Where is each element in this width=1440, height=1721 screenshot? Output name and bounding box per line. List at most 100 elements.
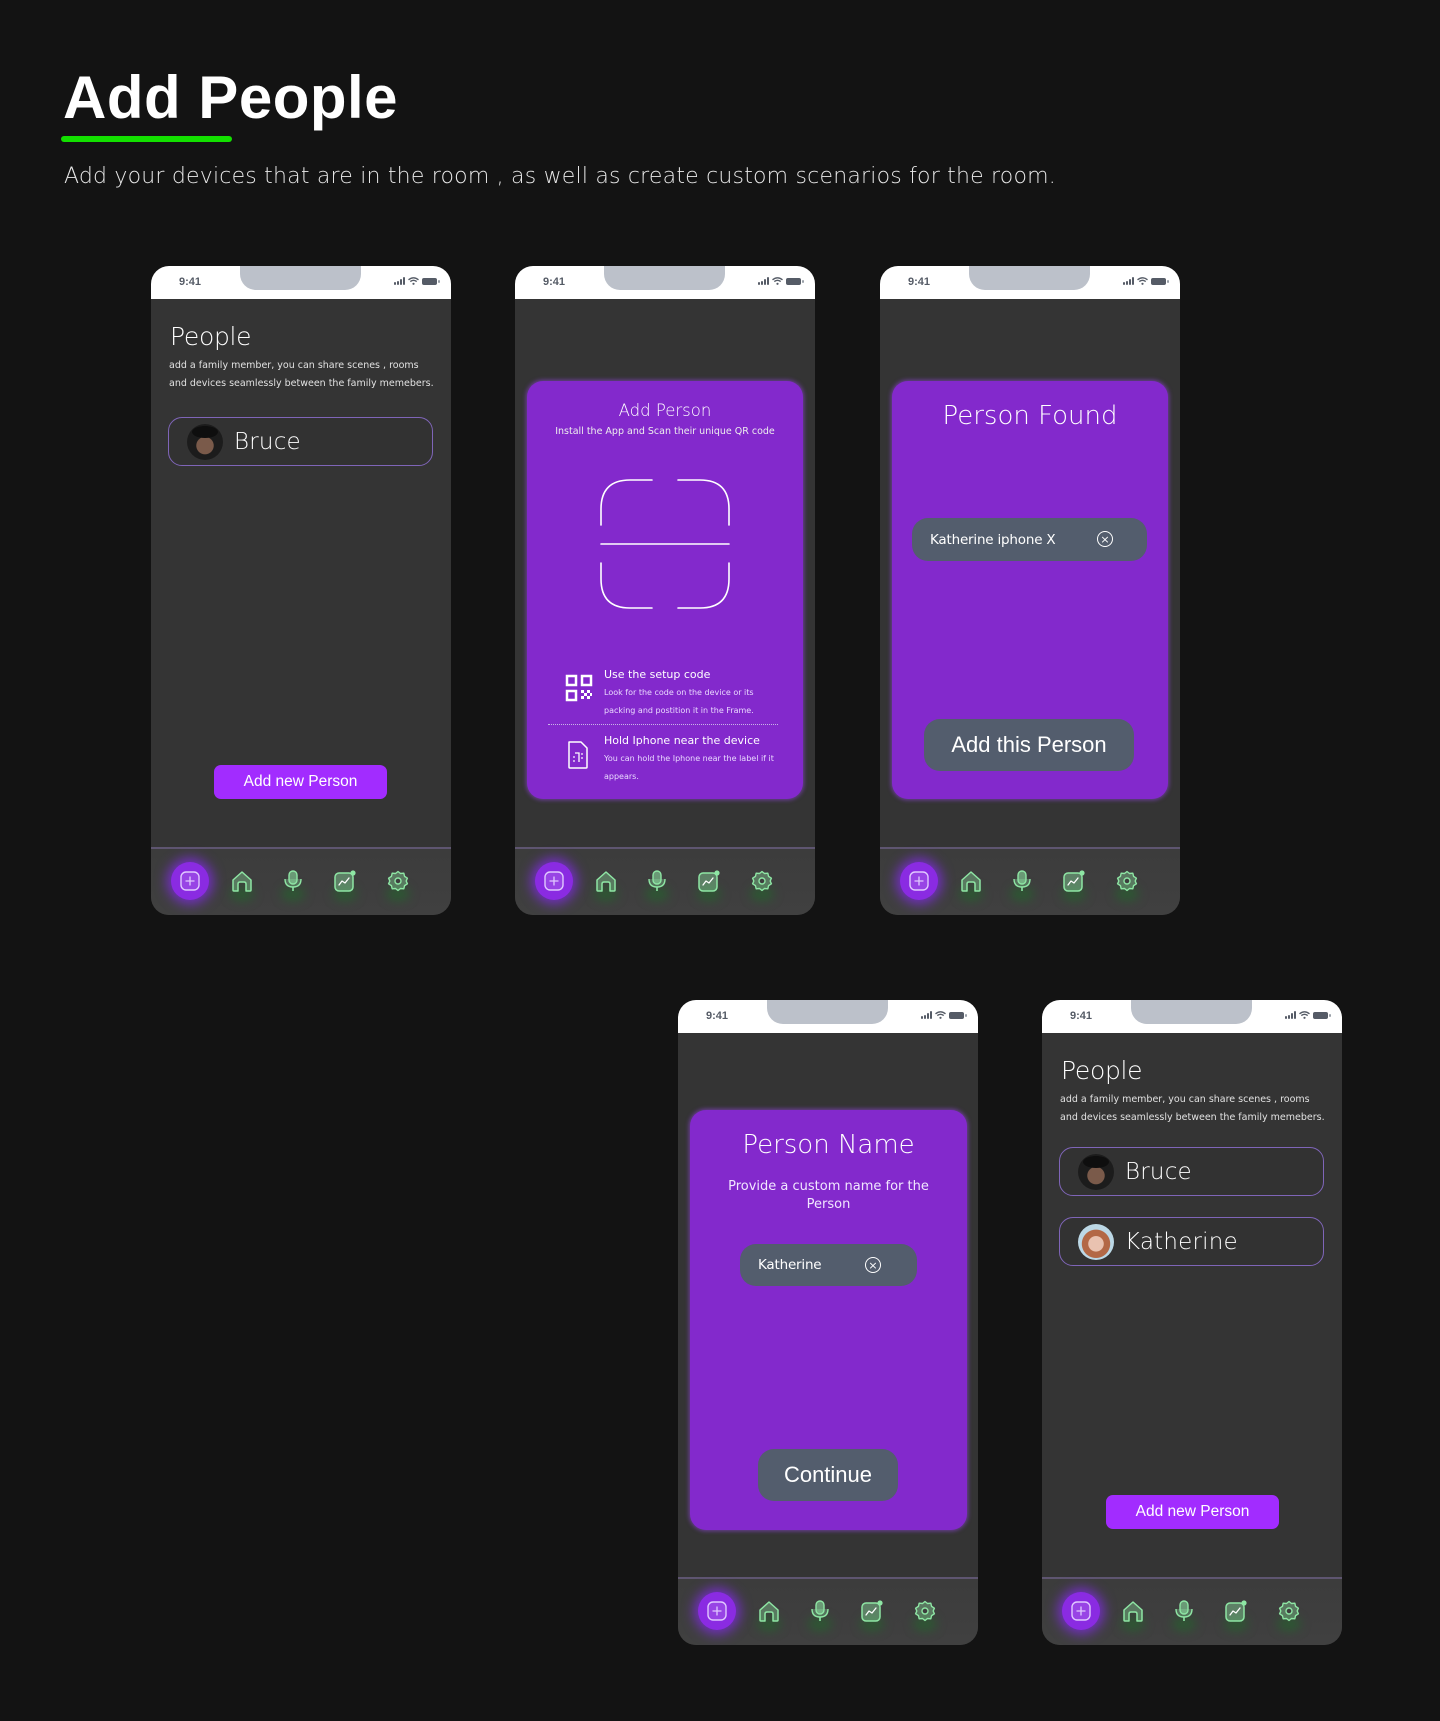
nav-item-settings[interactable] <box>907 1593 943 1631</box>
wifi-icon <box>772 277 783 285</box>
nfc-tag-icon <box>568 741 588 769</box>
nav-item-settings[interactable] <box>380 863 416 901</box>
plus-square-icon <box>909 871 929 891</box>
page-title: Add People <box>63 64 399 131</box>
person-found-card: Person Found Katherine iphone X × Add th… <box>892 381 1168 799</box>
phone-person-found: 9:41 Person Found Katherine iphone X × A… <box>880 266 1180 915</box>
title-underline <box>61 136 232 142</box>
gear-icon <box>1116 870 1138 892</box>
nav-item-add[interactable] <box>1062 1592 1100 1630</box>
nav-item-stats[interactable] <box>327 863 363 901</box>
chart-icon <box>861 1600 883 1622</box>
nav-item-voice[interactable] <box>275 863 311 901</box>
status-bar: 9:41 <box>678 1000 978 1033</box>
signal-icon <box>758 277 769 285</box>
nav-item-voice[interactable] <box>1166 1593 1202 1631</box>
field-value: Katherine iphone X <box>930 531 1056 548</box>
plus-square-icon <box>707 1601 727 1621</box>
nav-item-add[interactable] <box>698 1592 736 1630</box>
card-subtitle: Provide a custom name for the Person <box>728 1179 929 1212</box>
status-time: 9:41 <box>179 276 202 288</box>
nav-item-home[interactable] <box>1115 1593 1151 1631</box>
signal-icon <box>1123 277 1134 285</box>
status-bar: 9:41 <box>151 266 451 299</box>
notch <box>1131 1000 1252 1024</box>
nav-item-add[interactable] <box>900 862 938 900</box>
nav-item-settings[interactable] <box>1109 863 1145 901</box>
plus-square-icon <box>544 871 564 891</box>
signal-icon <box>921 1011 932 1019</box>
chart-icon <box>334 870 356 892</box>
notch <box>767 1000 888 1024</box>
phone-people-final: 9:41 People add a family member, you can… <box>1042 1000 1342 1645</box>
notch <box>604 266 725 290</box>
nav-item-home[interactable] <box>953 863 989 901</box>
microphone-icon <box>1013 870 1031 891</box>
battery-icon <box>949 1011 967 1019</box>
home-icon <box>596 871 616 892</box>
wifi-icon <box>1137 277 1148 285</box>
nav-item-voice[interactable] <box>1004 863 1040 901</box>
clear-icon[interactable]: × <box>1097 531 1113 547</box>
person-name-card: Person Name Provide a custom name for th… <box>690 1110 967 1530</box>
home-icon <box>759 1601 779 1622</box>
nav-item-add[interactable] <box>535 862 573 900</box>
add-person-card: Add Person Install the App and Scan thei… <box>527 381 803 799</box>
gear-icon <box>751 870 773 892</box>
plus-square-icon <box>1071 1601 1091 1621</box>
plus-square-icon <box>180 871 200 891</box>
nav-item-stats[interactable] <box>854 1593 890 1631</box>
page-description: Add your devices that are in the room , … <box>64 164 1056 189</box>
qr-scanner-frame-icon[interactable] <box>600 479 730 609</box>
battery-icon <box>1313 1011 1331 1019</box>
nav-item-home[interactable] <box>224 863 260 901</box>
nav-item-home[interactable] <box>588 863 624 901</box>
chart-icon <box>1225 1600 1247 1622</box>
found-device-field[interactable]: Katherine iphone X × <box>912 518 1147 561</box>
status-time: 9:41 <box>543 276 566 288</box>
bottom-nav <box>678 1577 978 1645</box>
nav-item-home[interactable] <box>751 1593 787 1631</box>
add-new-person-button[interactable]: Add new Person <box>1106 1495 1279 1529</box>
status-bar: 9:41 <box>880 266 1180 299</box>
battery-icon <box>422 277 440 285</box>
person-card-bruce[interactable]: Bruce <box>168 417 433 466</box>
status-icons <box>921 1011 967 1019</box>
status-bar: 9:41 <box>1042 1000 1342 1033</box>
status-time: 9:41 <box>908 276 931 288</box>
card-title: Add Person <box>618 401 712 420</box>
nav-item-stats[interactable] <box>691 863 727 901</box>
wifi-icon <box>1299 1011 1310 1019</box>
nav-item-settings[interactable] <box>744 863 780 901</box>
home-icon <box>232 871 252 892</box>
bottom-nav <box>1042 1577 1342 1645</box>
home-icon <box>961 871 981 892</box>
phone-person-name: 9:41 Person Name Provide a custom name f… <box>678 1000 978 1645</box>
avatar-katherine <box>1078 1223 1114 1260</box>
screen-title: People <box>170 322 252 351</box>
card-subtitle: Install the App and Scan their unique QR… <box>555 426 775 437</box>
person-card-katherine[interactable]: Katherine <box>1059 1217 1324 1266</box>
wifi-icon <box>935 1011 946 1019</box>
nav-item-stats[interactable] <box>1218 1593 1254 1631</box>
person-name-input[interactable]: Katherine × <box>740 1244 917 1286</box>
nav-item-voice[interactable] <box>802 1593 838 1631</box>
option-title: Use the setup code <box>604 668 711 681</box>
microphone-icon <box>284 870 302 891</box>
signal-icon <box>394 277 405 285</box>
nav-item-stats[interactable] <box>1056 863 1092 901</box>
continue-button[interactable]: Continue <box>758 1449 898 1501</box>
clear-icon[interactable]: × <box>865 1257 881 1273</box>
card-title: Person Name <box>742 1130 915 1160</box>
notch <box>969 266 1090 290</box>
nav-item-voice[interactable] <box>639 863 675 901</box>
microphone-icon <box>648 870 666 891</box>
home-icon <box>1123 1601 1143 1622</box>
add-new-person-button[interactable]: Add new Person <box>214 765 387 799</box>
add-this-person-button[interactable]: Add this Person <box>924 719 1134 771</box>
nav-item-add[interactable] <box>171 862 209 900</box>
screen-subtitle: add a family member, you can share scene… <box>1060 1094 1325 1123</box>
nav-item-settings[interactable] <box>1271 1593 1307 1631</box>
battery-icon <box>1151 277 1169 285</box>
person-card-bruce[interactable]: Bruce <box>1059 1147 1324 1196</box>
